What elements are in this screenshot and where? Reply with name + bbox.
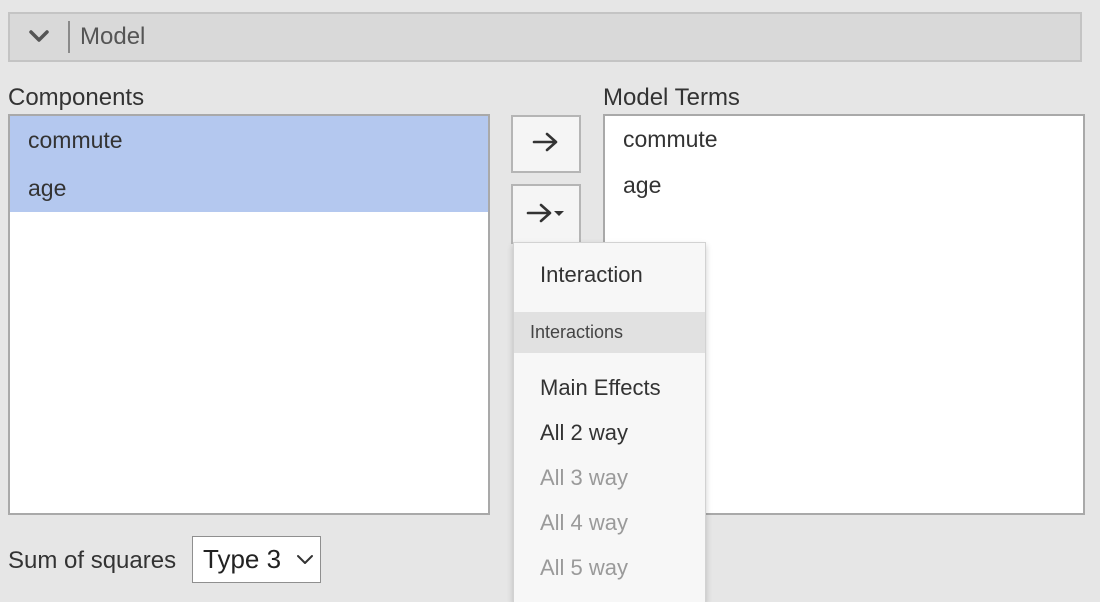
chevron-down-icon[interactable]: [10, 14, 68, 60]
model-section-header[interactable]: Model: [8, 12, 1082, 62]
list-item[interactable]: age: [10, 164, 488, 212]
menu-group-header: Interactions: [514, 312, 705, 353]
menu-item-main-effects[interactable]: Main Effects: [540, 375, 661, 401]
menu-item-interaction[interactable]: Interaction: [540, 262, 643, 288]
menu-item-all-3-way: All 3 way: [540, 465, 629, 490]
arrow-right-icon: [532, 131, 560, 158]
section-title: Model: [80, 23, 146, 50]
components-label: Components: [8, 84, 145, 111]
add-term-button[interactable]: [511, 115, 581, 173]
menu-item-all-5-way: All 5 way: [540, 555, 629, 580]
chevron-down-icon: [290, 554, 320, 566]
list-item[interactable]: age: [605, 162, 1083, 208]
menu-item-all-4-way: All 4 way: [540, 510, 629, 535]
sum-of-squares-value: Type 3: [203, 544, 282, 574]
list-item[interactable]: commute: [10, 116, 488, 164]
components-list[interactable]: commute age: [8, 114, 490, 515]
sum-of-squares-select[interactable]: Type 3: [192, 536, 321, 583]
arrow-right-dropdown-icon: [526, 202, 566, 229]
interaction-dropdown-menu: Interaction Interactions Main Effects Al…: [513, 242, 706, 602]
add-interaction-button[interactable]: [511, 184, 581, 244]
header-separator: [68, 21, 70, 53]
sum-of-squares-label: Sum of squares: [8, 547, 177, 574]
menu-item-all-2-way[interactable]: All 2 way: [540, 420, 628, 446]
model-terms-label: Model Terms: [603, 84, 740, 111]
list-item[interactable]: commute: [605, 116, 1083, 162]
